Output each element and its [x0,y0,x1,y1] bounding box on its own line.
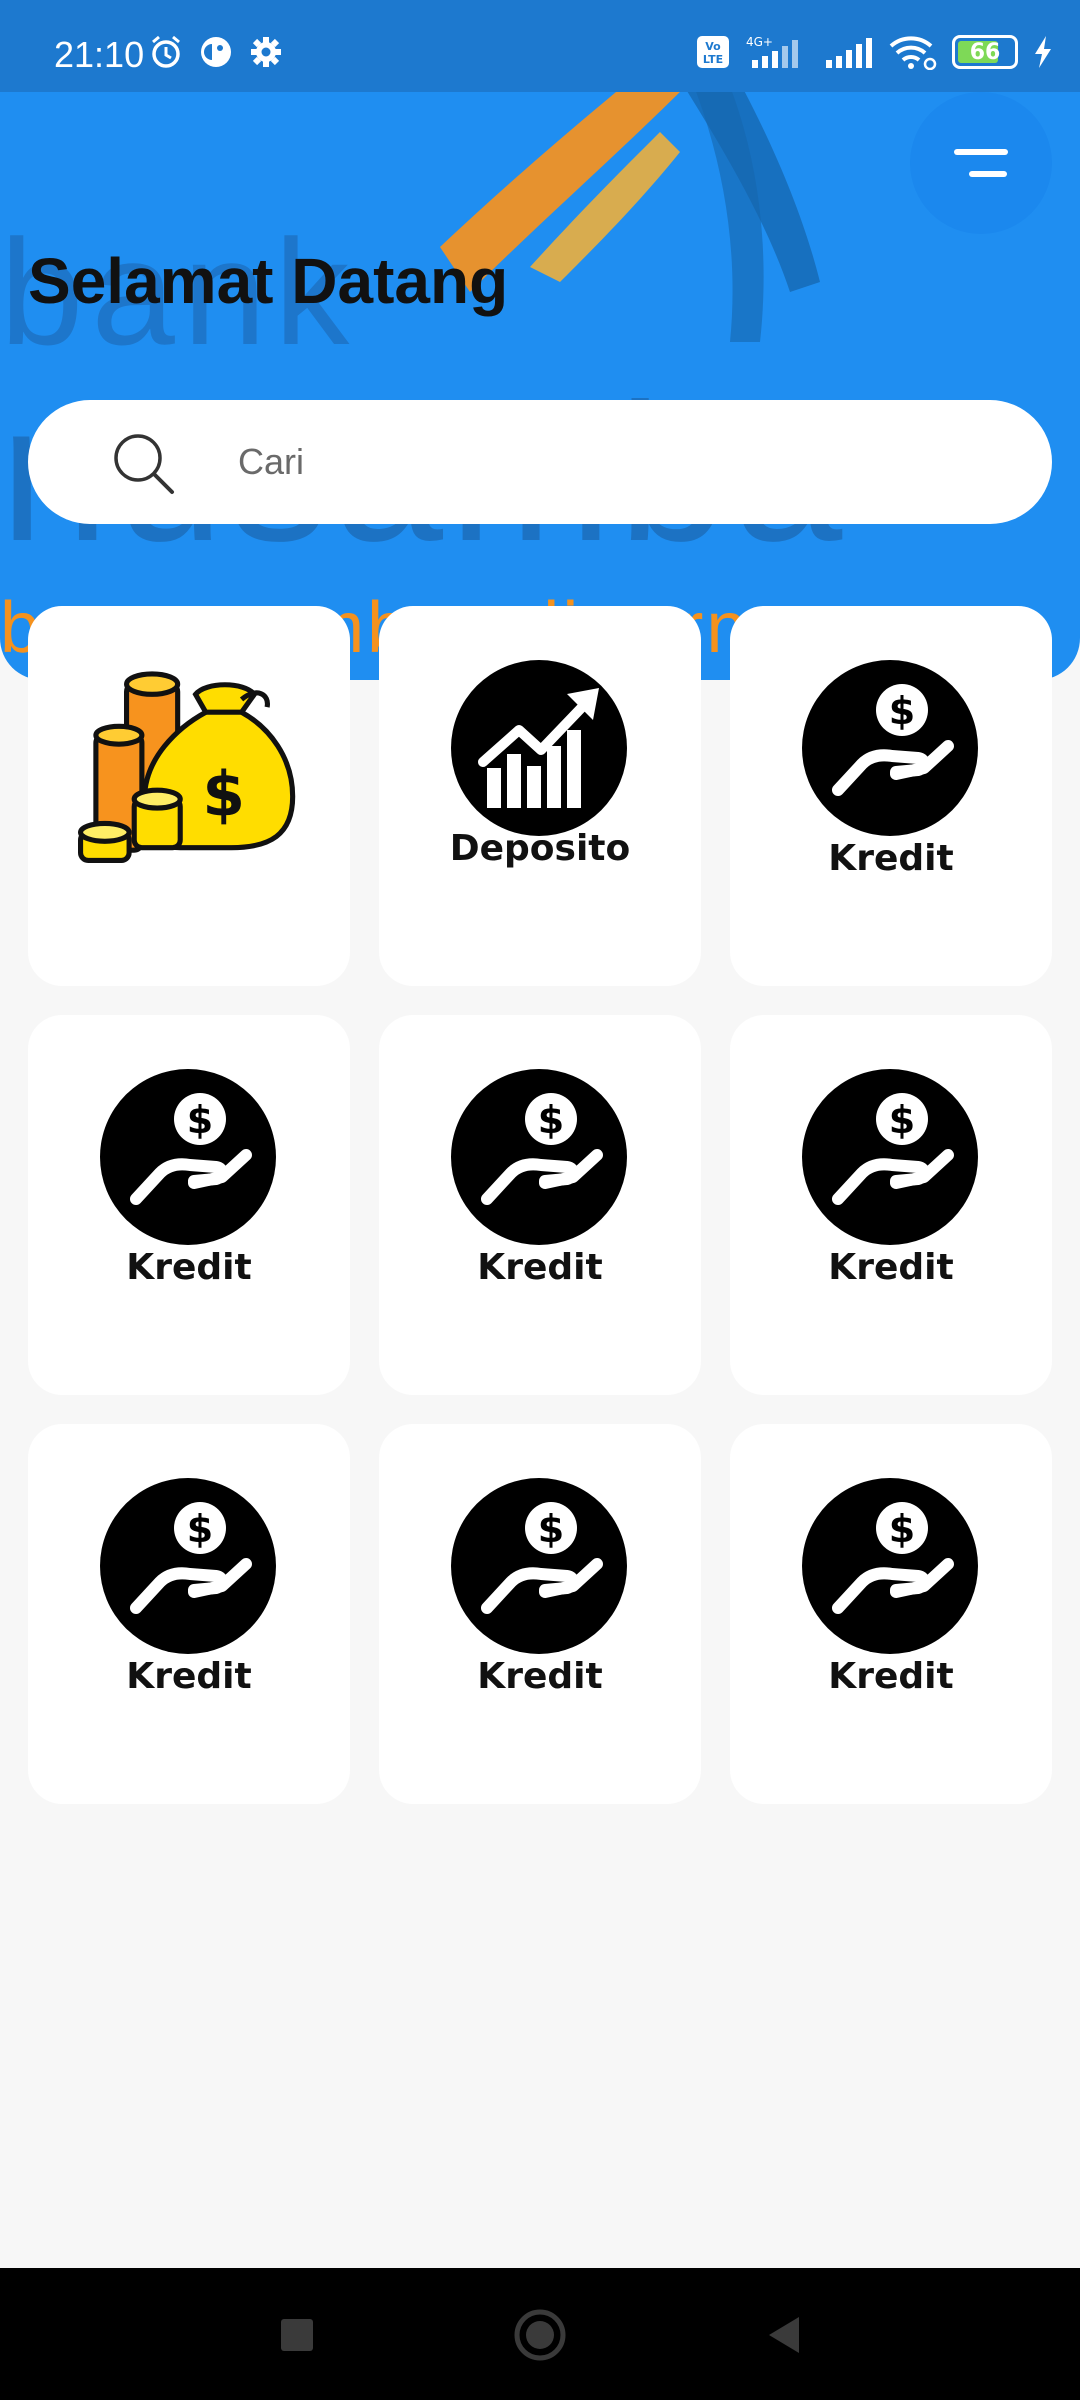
recents-button[interactable] [262,2300,332,2370]
home-button[interactable] [505,2300,575,2370]
hand-coin-icon: $ [802,660,978,836]
menu-card-deposito[interactable]: Deposito [379,606,701,986]
chart-growth-icon [451,660,627,836]
svg-text:$: $ [889,1098,915,1142]
status-icons-left [148,34,284,70]
battery-indicator: 66 [952,35,1018,69]
page-title: Selamat Datang [28,245,509,317]
menu-grid: $ Deposito $ Kredit $ Kredit $ Kredit $ … [28,606,1052,1804]
hand-coin-icon: $ [451,1069,627,1245]
svg-text:Vo: Vo [705,40,721,53]
menu-card-label: Deposito [449,828,631,869]
svg-text:4G+: 4G+ [746,35,773,49]
svg-text:$: $ [889,1507,915,1551]
search-input[interactable] [238,434,998,490]
svg-text:LTE: LTE [703,53,723,66]
square-icon [281,2319,313,2351]
volte-icon: Vo LTE [696,34,730,70]
money-bag-icon: $ [78,671,296,863]
svg-text:$: $ [538,1507,564,1551]
system-nav-bar [0,2268,1080,2400]
status-bar: 21:10 Vo LTE 4G+ 66 [0,0,1080,92]
menu-line-bottom [969,171,1007,177]
menu-card-label: Kredit [828,1656,954,1697]
menu-card-label: Kredit [126,1656,252,1697]
menu-card-label: Kredit [477,1247,603,1288]
wifi-icon [888,34,938,70]
svg-text:$: $ [187,1507,213,1551]
menu-line-top [954,149,1008,155]
search-bar[interactable] [28,400,1052,524]
app-notification-icon [198,34,234,70]
back-button[interactable] [748,2300,818,2370]
hand-coin-icon: $ [802,1069,978,1245]
back-triangle-icon [769,2317,799,2353]
signal-bars-icon [824,34,874,70]
alarm-icon [148,34,184,70]
svg-text:$: $ [889,689,915,733]
menu-card-kredit[interactable]: $ Kredit [730,606,1052,986]
hand-coin-icon: $ [100,1478,276,1654]
menu-card-kredit[interactable]: $ Kredit [379,1424,701,1804]
hand-coin-icon: $ [100,1069,276,1245]
menu-card-label: Kredit [477,1656,603,1697]
svg-text:$: $ [202,760,245,831]
menu-card-tabungan[interactable]: $ [28,606,350,986]
search-icon [114,434,174,494]
svg-text:$: $ [187,1098,213,1142]
hand-coin-icon: $ [802,1478,978,1654]
status-time: 21:10 [54,34,145,75]
header: 21:10 Vo LTE 4G+ 66 bank Selamat Datang … [0,0,1080,680]
svg-text:$: $ [538,1098,564,1142]
menu-card-kredit[interactable]: $ Kredit [28,1424,350,1804]
settings-gear-icon [248,34,284,70]
hand-coin-icon: $ [451,1478,627,1654]
menu-card-kredit[interactable]: $ Kredit [379,1015,701,1395]
menu-card-label: Kredit [126,1247,252,1288]
screen: 21:10 Vo LTE 4G+ 66 bank Selamat Datang … [0,0,1080,2400]
menu-card-kredit[interactable]: $ Kredit [730,1424,1052,1804]
menu-card-label: Kredit [828,1247,954,1288]
menu-card-kredit[interactable]: $ Kredit [730,1015,1052,1395]
status-icons-right: Vo LTE 4G+ 66 [696,34,1054,70]
home-circle-icon [514,2309,566,2361]
menu-card-kredit[interactable]: $ Kredit [28,1015,350,1395]
menu-button[interactable] [910,92,1052,234]
menu-card-label: Kredit [828,838,954,879]
signal-4g-icon: 4G+ [744,34,810,70]
charging-bolt-icon [1032,34,1054,70]
battery-level: 66 [969,39,1001,65]
